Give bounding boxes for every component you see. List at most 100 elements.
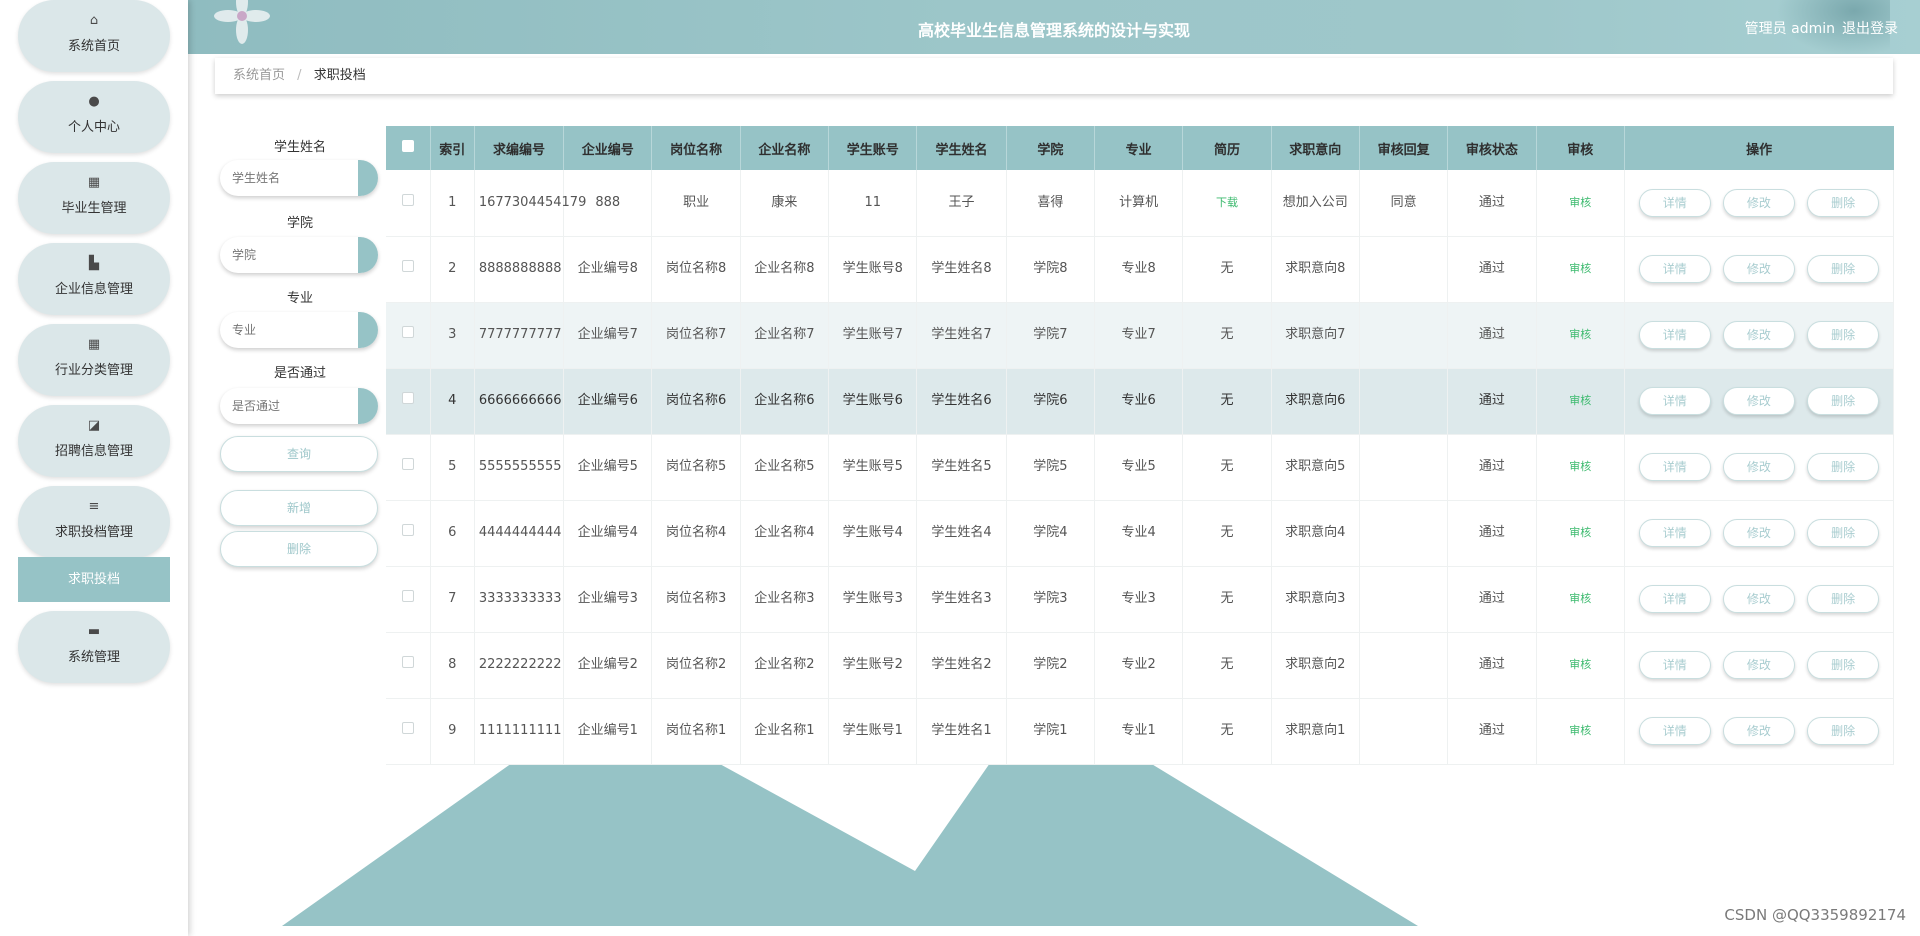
row-checkbox[interactable] (401, 524, 414, 536)
menu-item-application-management[interactable]: ≡ 求职投档管理 (18, 486, 170, 558)
edit-button[interactable]: 修改 (1722, 321, 1795, 349)
apply-no-cell: 6666666666 (474, 368, 565, 435)
delete-button[interactable]: 删除 (1807, 651, 1880, 679)
review-link[interactable]: 审核 (1569, 460, 1591, 473)
menu-item-graduate-management[interactable]: ▦ 毕业生管理 (18, 162, 170, 234)
company-no-cell: 企业编号1 (563, 698, 653, 765)
college-input[interactable] (220, 237, 378, 273)
reply-cell (1359, 632, 1449, 699)
major-cell: 专业6 (1094, 368, 1184, 435)
breadcrumb-home[interactable]: 系统首页 (233, 68, 285, 83)
detail-button[interactable]: 详情 (1638, 321, 1711, 349)
apply-no-cell: 1111111111 (474, 698, 565, 765)
review-link[interactable]: 审核 (1569, 328, 1591, 341)
major-cell: 专业5 (1094, 434, 1184, 501)
review-link[interactable]: 审核 (1569, 724, 1591, 737)
column-header: 索引 (430, 126, 475, 170)
detail-button[interactable]: 详情 (1638, 519, 1711, 547)
detail-button[interactable]: 详情 (1638, 651, 1711, 679)
add-button[interactable]: 新增 (220, 490, 378, 526)
detail-button[interactable]: 详情 (1638, 255, 1711, 283)
delete-button[interactable]: 删除 (1807, 453, 1880, 481)
menu-item-industry-category[interactable]: ▦ 行业分类管理 (18, 324, 170, 396)
resume-cell: 无 (1182, 632, 1272, 699)
review-link[interactable]: 审核 (1569, 658, 1591, 671)
position-cell: 职业 (651, 170, 741, 237)
submenu-item-applications[interactable]: 求职投档 (18, 557, 170, 602)
delete-button[interactable]: 删除 (1807, 519, 1880, 547)
logout-link[interactable]: 退出登录 (1842, 18, 1898, 38)
row-select-cell (386, 368, 431, 435)
mountain-decoration (282, 763, 1418, 926)
company-cell: 企业名称4 (740, 500, 830, 567)
edit-button[interactable]: 修改 (1722, 651, 1795, 679)
college-cell: 学院3 (1006, 566, 1096, 633)
resume-download-link[interactable]: 下载 (1216, 196, 1238, 209)
row-checkbox[interactable] (401, 590, 414, 602)
reply-cell (1359, 434, 1449, 501)
major-input[interactable] (220, 312, 378, 348)
row-checkbox[interactable] (401, 392, 414, 404)
edit-button[interactable]: 修改 (1722, 255, 1795, 283)
breadcrumb-current: 求职投档 (313, 68, 366, 83)
edit-button[interactable]: 修改 (1722, 519, 1795, 547)
breadcrumb: 系统首页 / 求职投档 (215, 58, 1893, 94)
delete-button[interactable]: 删除 (1807, 188, 1880, 217)
menu-item-recruitment-management[interactable]: ◪ 招聘信息管理 (18, 405, 170, 477)
detail-button[interactable]: 详情 (1638, 585, 1711, 613)
review-link[interactable]: 审核 (1569, 196, 1591, 209)
edit-button[interactable]: 修改 (1722, 585, 1795, 613)
detail-button[interactable]: 详情 (1638, 387, 1711, 415)
menu-item-company-management[interactable]: ▙ 企业信息管理 (18, 243, 170, 315)
row-checkbox[interactable] (401, 722, 414, 734)
apply-no-cell: 8888888888 (474, 236, 565, 303)
menu-item-personal-center[interactable]: ● 个人中心 (18, 81, 170, 153)
edit-button[interactable]: 修改 (1722, 188, 1795, 217)
menu-item-label: 系统首页 (67, 39, 120, 54)
company-cell: 企业名称8 (740, 236, 830, 303)
resume-cell: 无 (1182, 302, 1272, 369)
row-checkbox[interactable] (401, 458, 414, 470)
column-header: 岗位名称 (651, 126, 741, 170)
delete-button[interactable]: 删除 (1807, 255, 1880, 283)
resume-cell: 无 (1182, 368, 1272, 435)
delete-button[interactable]: 删除 (1807, 321, 1880, 349)
delete-button[interactable]: 删除 (1807, 387, 1880, 415)
company-no-cell: 企业编号7 (563, 302, 653, 369)
status-cell: 通过 (1447, 566, 1537, 633)
row-checkbox[interactable] (401, 260, 414, 272)
actions-cell: 详情 修改 删除 (1624, 302, 1895, 369)
edit-button[interactable]: 修改 (1722, 387, 1795, 415)
edit-button[interactable]: 修改 (1722, 717, 1795, 745)
menu-item-system-management[interactable]: ▬ 系统管理 (18, 611, 170, 683)
detail-button[interactable]: 详情 (1638, 453, 1711, 481)
review-cell: 审核 (1536, 500, 1625, 567)
row-checkbox[interactable] (401, 656, 414, 668)
passed-input[interactable] (220, 388, 378, 424)
row-checkbox[interactable] (401, 193, 414, 206)
position-cell: 岗位名称4 (651, 500, 741, 567)
detail-button[interactable]: 详情 (1638, 717, 1711, 745)
review-link[interactable]: 审核 (1569, 526, 1591, 539)
detail-button[interactable]: 详情 (1638, 188, 1711, 217)
student-name-input[interactable] (220, 160, 378, 196)
edit-button[interactable]: 修改 (1722, 453, 1795, 481)
delete-button[interactable]: 删除 (1807, 717, 1880, 745)
actions-cell: 详情 修改 删除 (1624, 566, 1895, 633)
batch-delete-button[interactable]: 删除 (220, 531, 378, 567)
select-all-checkbox[interactable] (401, 140, 414, 152)
review-link[interactable]: 审核 (1569, 592, 1591, 605)
menu-item-home[interactable]: ⌂ 系统首页 (18, 0, 170, 72)
company-no-cell: 企业编号8 (563, 236, 653, 303)
review-link[interactable]: 审核 (1569, 394, 1591, 407)
query-button[interactable]: 查询 (220, 436, 378, 472)
menu-item-label: 企业信息管理 (54, 282, 133, 297)
delete-button[interactable]: 删除 (1807, 585, 1880, 613)
review-cell: 审核 (1536, 302, 1625, 369)
intention-cell: 求职意向2 (1271, 632, 1360, 699)
intention-cell: 求职意向7 (1271, 302, 1360, 369)
row-checkbox[interactable] (401, 326, 414, 338)
major-cell: 专业4 (1094, 500, 1184, 567)
college-label: 学院 (286, 216, 313, 231)
review-link[interactable]: 审核 (1569, 262, 1591, 275)
